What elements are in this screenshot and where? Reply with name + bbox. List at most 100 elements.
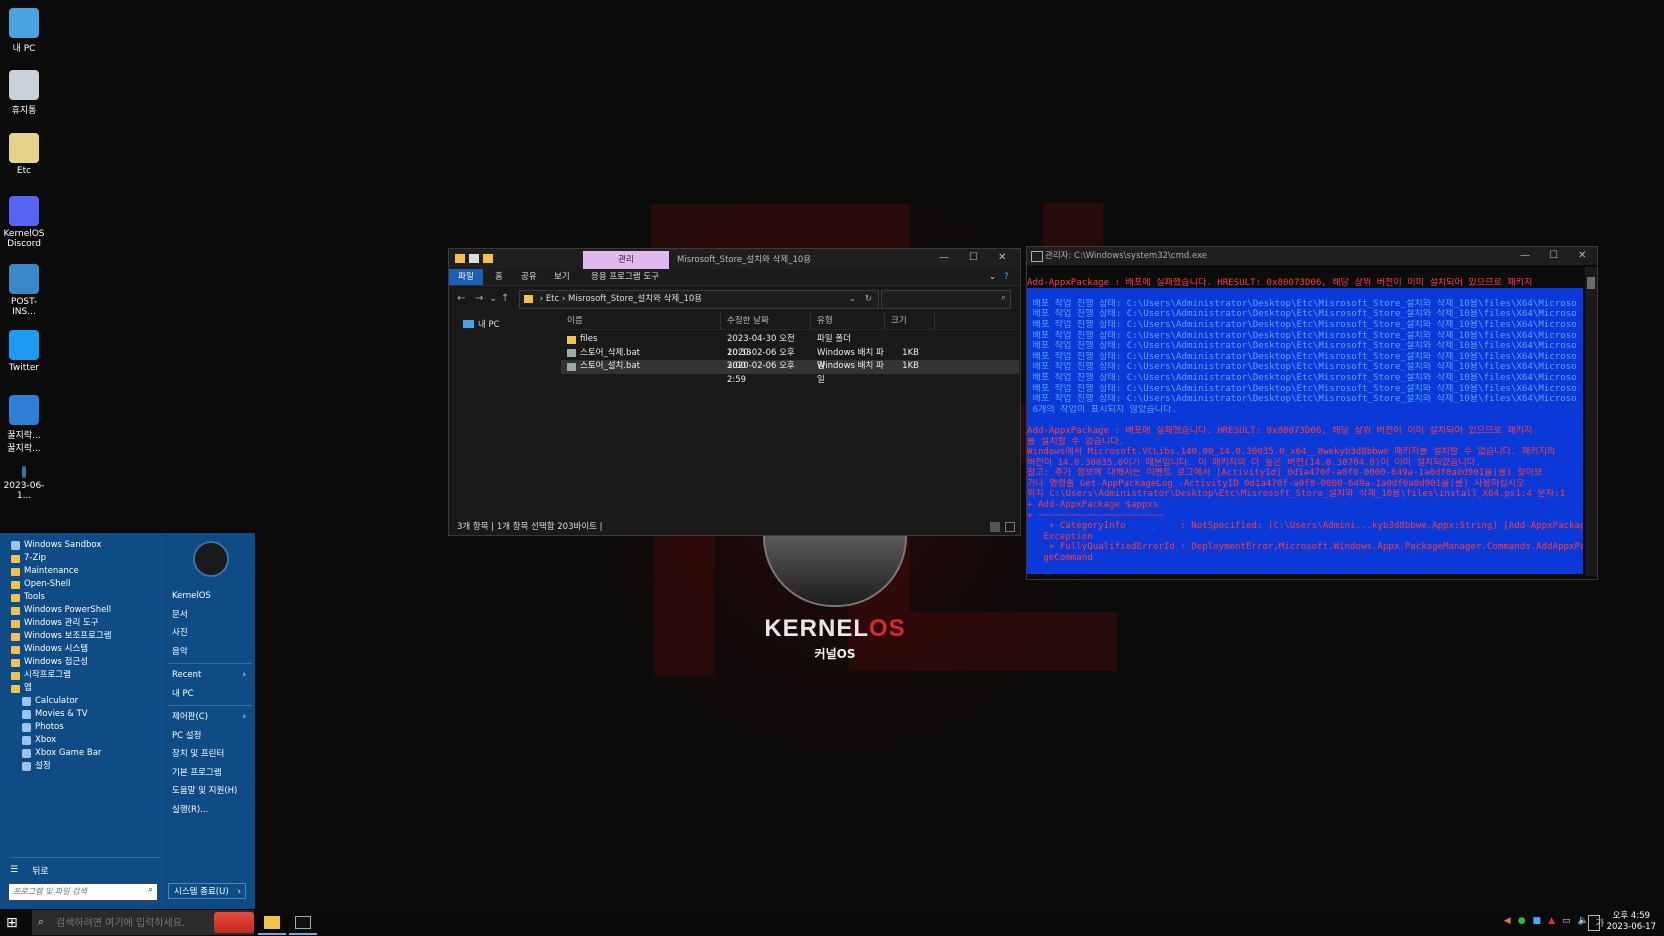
start-menu-item[interactable]: Maintenance <box>6 565 163 578</box>
start-menu-item[interactable]: Movies & TV <box>6 708 163 721</box>
help-icon[interactable]: ? <box>1004 269 1009 285</box>
back-button[interactable]: ☰ 뒤로 <box>10 857 160 878</box>
start-menu-item[interactable]: Windows Sandbox <box>6 539 163 552</box>
refresh-icon[interactable]: ↻ <box>865 291 872 308</box>
search-highlight-icon[interactable] <box>214 912 254 933</box>
desktop-icon[interactable]: 내 PC <box>0 8 48 54</box>
minimize-icon[interactable]: — <box>1520 247 1530 265</box>
details-view-icon[interactable] <box>990 522 1000 532</box>
search-icon[interactable]: ⌕ <box>1001 293 1006 303</box>
start-menu-link[interactable]: KernelOS <box>168 587 252 606</box>
file-explorer-window[interactable]: 관리 Misrosoft_Store_설치와 삭제_10용 — ☐ ✕ 파일 홈… <box>448 248 1021 536</box>
console-output[interactable]: Add-AppxPackage : 배포에 실패했습니다. HRESULT: 0… <box>1027 267 1583 576</box>
column-size[interactable]: 크기 <box>885 313 935 329</box>
desktop-icon[interactable]: 꿀지락... 꿀지락... <box>0 395 48 454</box>
breadcrumb-etc[interactable]: Etc <box>546 294 559 304</box>
desktop-icon[interactable]: 휴지통 <box>0 70 48 116</box>
start-menu-item[interactable]: Windows 접근성 <box>6 656 163 669</box>
close-icon[interactable]: ✕ <box>998 252 1006 263</box>
column-type[interactable]: 유형 <box>811 313 885 329</box>
file-row[interactable]: files 2023-04-30 오전 10:53 파일 폴더 <box>561 333 1019 358</box>
start-menu-item[interactable]: Windows 시스템 <box>6 643 163 656</box>
start-menu-item[interactable]: Windows 보조프로그램 <box>6 630 163 643</box>
tab-manage[interactable]: 관리 <box>583 251 669 269</box>
start-menu-link[interactable]: 기본 프로그램 <box>168 764 252 783</box>
explorer-titlebar[interactable]: 관리 Misrosoft_Store_설치와 삭제_10용 — ☐ ✕ <box>449 249 1020 269</box>
start-menu-link[interactable]: 도움말 및 지원(H) <box>168 782 252 801</box>
scrollbar[interactable] <box>1585 267 1597 576</box>
tab-share[interactable]: 공유 <box>515 269 543 285</box>
address-bar[interactable]: › Etc › Misrosoft_Store_설치와 삭제_10용 ⌄ ↻ <box>519 290 879 309</box>
start-menu-link[interactable]: 사진 <box>168 624 252 643</box>
tab-home[interactable]: 홈 <box>489 269 509 285</box>
taskbar-search-input[interactable] <box>54 915 228 931</box>
file-row[interactable]: 스토어_삭제.bat 2020-02-06 오후 3:00 Windows 배치 파… <box>561 347 1019 371</box>
tray-app-icon[interactable]: ■ <box>1533 916 1542 929</box>
tab-view[interactable]: 보기 <box>548 269 576 285</box>
forward-arrow-icon[interactable]: → <box>475 293 483 304</box>
taskbar-search[interactable]: ⌕ <box>32 910 254 935</box>
desktop-icon[interactable]: POST-INS... <box>0 264 48 317</box>
search-icon[interactable]: ⌕ <box>148 885 153 895</box>
minimize-icon[interactable]: — <box>939 252 949 263</box>
address-dropdown-icon[interactable]: ⌄ <box>849 291 856 308</box>
start-menu-link[interactable]: 내 PC <box>168 685 252 704</box>
shutdown-button[interactable]: 시스템 종료(U) › <box>168 883 246 899</box>
start-menu-item[interactable]: Xbox Game Bar <box>6 747 163 760</box>
desktop-icon[interactable]: Twitter <box>0 330 48 373</box>
start-search-box[interactable]: ⌕ <box>8 883 158 901</box>
tray-app-icon[interactable]: ● <box>1518 916 1526 929</box>
start-menu-link[interactable]: 실행(R)... <box>168 801 252 820</box>
back-arrow-icon[interactable]: ← <box>457 293 465 304</box>
start-menu-item[interactable]: Open-Shell <box>6 578 163 591</box>
start-menu-item[interactable]: Xbox <box>6 734 163 747</box>
explorer-search-box[interactable]: ⌕ <box>881 290 1011 309</box>
maximize-icon[interactable]: ☐ <box>1549 247 1558 265</box>
start-menu-item[interactable]: 앱 <box>6 682 163 695</box>
start-menu-link[interactable]: Recent › <box>168 666 252 685</box>
desktop-icon[interactable]: KernelOS Discord <box>0 196 48 249</box>
tray-app-icon[interactable]: ▲ <box>1548 916 1555 929</box>
desktop-icon[interactable]: Etc <box>0 133 48 176</box>
start-menu-link[interactable]: 장치 및 프린터 <box>168 745 252 764</box>
cmd-window[interactable]: 관리자: C:\Windows\system32\cmd.exe — ☐ ✕ A… <box>1026 246 1598 580</box>
close-icon[interactable]: ✕ <box>1578 247 1586 265</box>
file-row[interactable]: 스토어_설치.bat 2020-02-06 오후 2:59 Windows 배치 파… <box>561 360 1019 385</box>
start-menu-link[interactable]: 문서 <box>168 606 252 625</box>
start-menu-item[interactable]: Photos <box>6 721 163 734</box>
tab-app-tools[interactable]: 응용 프로그램 도구 <box>585 269 665 285</box>
start-search-input[interactable] <box>9 884 137 899</box>
recent-dropdown-icon[interactable]: ⌄ <box>489 293 497 304</box>
cmd-titlebar[interactable]: 관리자: C:\Windows\system32\cmd.exe — ☐ ✕ <box>1027 247 1597 265</box>
explorer-search-input[interactable] <box>882 291 996 308</box>
scrollbar-thumb[interactable] <box>1587 277 1595 289</box>
up-arrow-icon[interactable]: ↑ <box>501 293 509 304</box>
start-menu-item[interactable]: Tools <box>6 591 163 604</box>
column-date[interactable]: 수정한 날짜 <box>721 313 811 329</box>
windows-start-icon[interactable]: ⊞ <box>6 915 22 931</box>
properties-icon[interactable] <box>469 254 479 263</box>
chevron-down-icon[interactable]: ⌄ <box>989 269 996 285</box>
start-menu-item[interactable]: Windows PowerShell <box>6 604 163 617</box>
nav-item-this-pc[interactable]: 내 PC <box>463 318 559 330</box>
avatar[interactable] <box>193 541 229 577</box>
tab-file[interactable]: 파일 <box>449 269 483 285</box>
start-menu-item[interactable]: 설정 <box>6 760 163 773</box>
start-menu-link[interactable]: PC 설정 <box>168 727 252 746</box>
tray-arrow-icon[interactable]: ◀ <box>1504 916 1511 929</box>
notification-icon[interactable] <box>1588 915 1600 931</box>
breadcrumb-current[interactable]: Misrosoft_Store_설치와 삭제_10용 <box>568 294 702 304</box>
folder-icon[interactable] <box>455 254 465 263</box>
maximize-icon[interactable]: ☐ <box>969 252 978 263</box>
chevron-right-icon[interactable]: › <box>238 884 241 900</box>
start-menu-item[interactable]: Windows 관리 도구 <box>6 617 163 630</box>
large-icons-view-icon[interactable] <box>1005 522 1015 532</box>
clock[interactable]: 오후 4:59 2023-06-17 <box>1607 911 1656 933</box>
taskbar-file-explorer[interactable] <box>258 910 286 935</box>
new-folder-icon[interactable] <box>483 254 493 263</box>
column-name[interactable]: 이름 <box>561 313 721 329</box>
start-menu-link[interactable]: 음악 <box>168 643 252 662</box>
desktop-icon[interactable]: 2023-06-1... <box>0 466 48 501</box>
start-menu-item[interactable]: Calculator <box>6 695 163 708</box>
start-menu-link[interactable]: 제어판(C) › <box>168 708 252 727</box>
